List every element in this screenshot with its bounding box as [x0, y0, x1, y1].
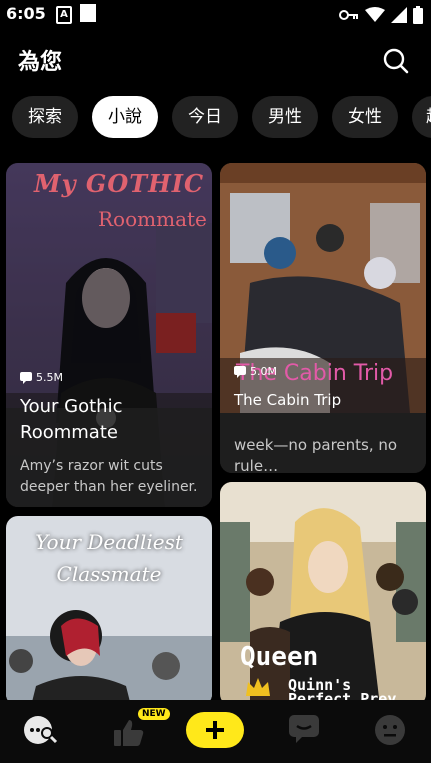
cover-image [220, 482, 426, 706]
tab-female[interactable]: 女性 [332, 96, 398, 138]
card-meta: 5.5M Your Gothic Roommate Amy’s razor wi… [6, 371, 212, 507]
cover-title-line2: Roommate [98, 207, 207, 231]
cover-title-line1: My GOTHIC [34, 169, 205, 198]
category-tabs: 探索 小說 今日 男性 女性 趣 [0, 96, 431, 140]
cover-title-line1: Queen [240, 642, 319, 672]
views-count: 5.5M [20, 371, 198, 384]
card-title: The Cabin Trip [234, 391, 342, 409]
views-value: 5.5M [36, 371, 63, 384]
notification-square-icon [80, 4, 96, 22]
cover-title-line2: Classmate [56, 562, 162, 586]
views-count: 5.0M [234, 365, 412, 378]
tab-novels[interactable]: 小說 [92, 96, 158, 138]
crown-icon [246, 678, 270, 696]
tab-today[interactable]: 今日 [172, 96, 238, 138]
chat-bubble-icon [234, 365, 246, 378]
cover-title-line1: Your Deadliest [35, 530, 183, 554]
tab-male[interactable]: 男性 [252, 96, 318, 138]
plus-icon [206, 721, 224, 739]
card-title: Your Gothic Roommate [20, 396, 123, 443]
card-description: Amy’s razor wit cuts deeper than her eye… [20, 458, 198, 507]
battery-icon [413, 6, 423, 24]
wifi-icon [365, 7, 385, 22]
key-icon [339, 10, 358, 20]
status-bar: 6:05 A [0, 0, 431, 28]
tab-fun[interactable]: 趣 [412, 96, 431, 138]
thumbs-up-icon [114, 720, 144, 746]
face-icon[interactable] [374, 714, 406, 746]
notification-a-icon: A [56, 6, 72, 24]
story-card-deadliest-classmate[interactable]: Your Deadliest Classmate [6, 516, 212, 706]
card-meta: 5.0M [220, 365, 426, 378]
tab-explore[interactable]: 探索 [12, 96, 78, 138]
card-description: week—no parents, no rule… [234, 436, 398, 473]
likes-nav[interactable]: NEW [112, 708, 170, 748]
new-badge: NEW [138, 708, 170, 720]
chat-bubble-icon [20, 371, 32, 384]
header: 為您 [0, 38, 431, 86]
bottom-nav: NEW [0, 700, 431, 763]
story-card-cabin-trip[interactable]: The Cabin Trip 5.0M The Cabin Trip week—… [220, 163, 426, 473]
status-time: 6:05 [6, 4, 46, 23]
signal-icon [391, 7, 407, 23]
chat-search-icon[interactable] [22, 714, 60, 746]
story-card-queen-quinn[interactable]: Queen Quinn's Perfect Prey [220, 482, 426, 706]
page-title: 為您 [18, 50, 63, 75]
search-icon[interactable] [383, 48, 409, 74]
message-icon[interactable] [288, 714, 320, 744]
status-icons [339, 6, 423, 24]
create-button[interactable] [186, 712, 244, 748]
card-info: The Cabin Trip week—no parents, no rule… [220, 391, 426, 473]
story-card-gothic-roommate[interactable]: My GOTHIC Roommate 5.5M Your Gothic Room… [6, 163, 212, 507]
views-value: 5.0M [250, 365, 277, 378]
